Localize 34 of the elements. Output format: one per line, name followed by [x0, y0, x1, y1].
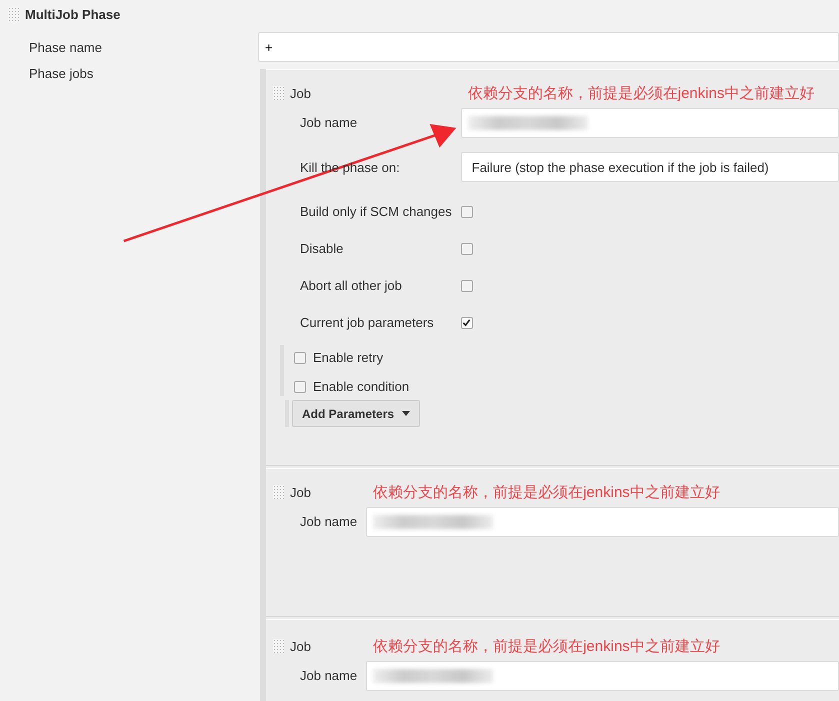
- checkbox[interactable]: [294, 380, 306, 392]
- checkbox[interactable]: [460, 206, 473, 218]
- job-name-field[interactable]: [366, 506, 839, 536]
- field-label: Job name: [299, 114, 358, 132]
- checkbox[interactable]: [460, 280, 473, 292]
- checkbox-label: Enable condition: [313, 379, 410, 394]
- field-label: Phase jobs: [29, 65, 94, 83]
- checkbox[interactable]: [460, 242, 473, 254]
- job-header: Job: [290, 638, 311, 654]
- drag-handle-icon[interactable]: [273, 86, 284, 100]
- section-title: MultiJob Phase: [25, 6, 120, 22]
- drag-handle-icon[interactable]: [273, 485, 284, 499]
- field-label: Job name: [299, 513, 358, 531]
- caret-icon: [402, 411, 410, 416]
- field-label: Build only if SCM changes: [299, 203, 452, 221]
- annotation-text: 依赖分支的名称，前提是必须在jenkins中之前建立好: [372, 482, 721, 502]
- job-name-field[interactable]: [366, 660, 839, 690]
- drag-handle-icon[interactable]: [273, 639, 284, 653]
- field-label: Abort all other job: [299, 277, 403, 295]
- field-label: Job name: [299, 667, 358, 685]
- kill-phase-select[interactable]: Failure (stop the phase execution if the job is failed): [460, 152, 839, 182]
- annotation-text: 依赖分支的名称，前提是必须在jenkins中之前建立好: [372, 636, 721, 656]
- field-label: Current job parameters: [299, 314, 435, 332]
- add-parameters-button[interactable]: Add Parameters: [292, 400, 420, 427]
- checkbox-label: Enable retry: [313, 350, 384, 365]
- field-label: Phase name: [29, 39, 103, 57]
- checkbox[interactable]: [294, 352, 306, 364]
- job-name-field[interactable]: [460, 108, 839, 138]
- annotation-text: 依赖分支的名称，前提是必须在jenkins中之前建立好: [466, 84, 816, 102]
- checkbox[interactable]: [460, 316, 473, 328]
- field-label: Disable: [299, 240, 344, 258]
- job-header: Job: [290, 484, 311, 500]
- phase-name-field[interactable]: +: [258, 32, 839, 62]
- job-header: Job: [290, 86, 311, 100]
